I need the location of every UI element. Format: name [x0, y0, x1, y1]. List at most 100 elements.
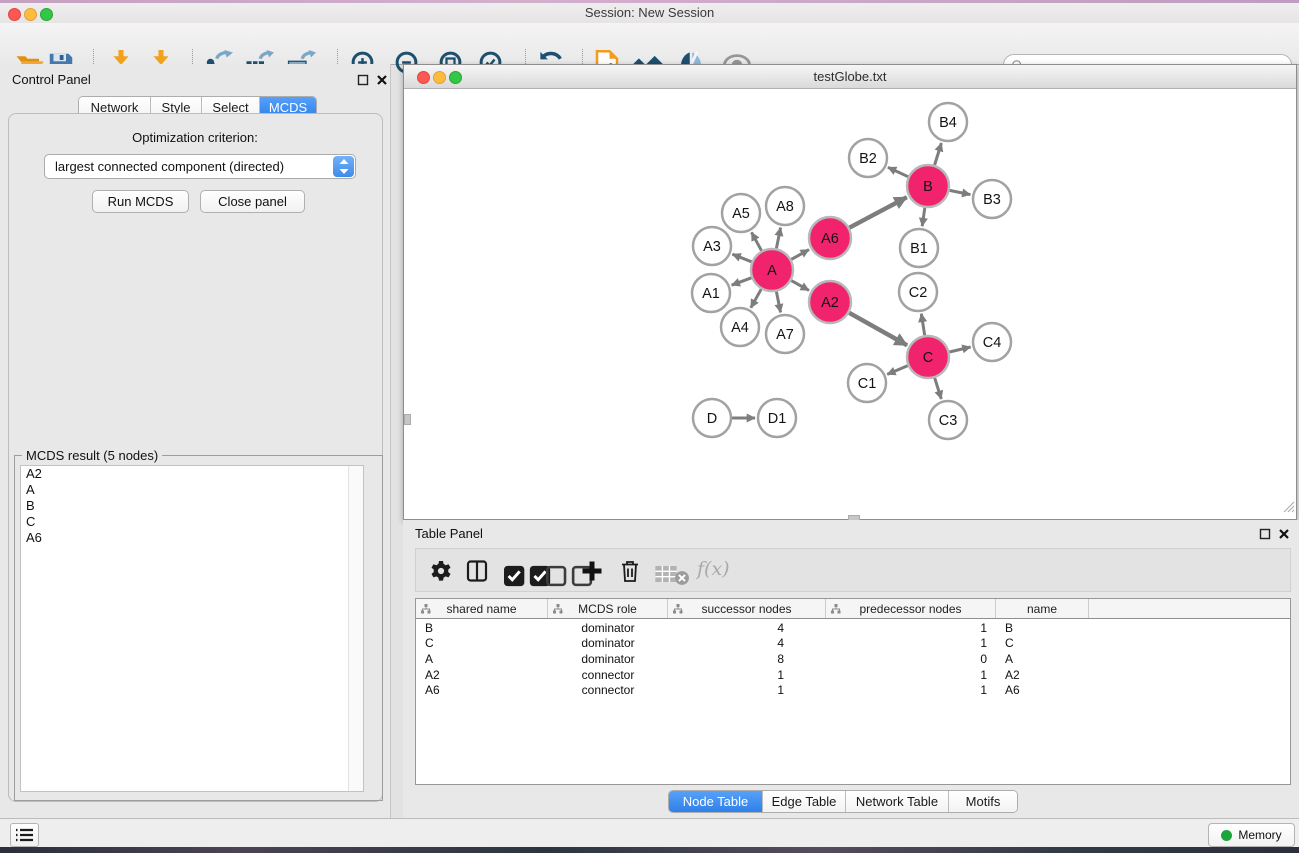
main-toolbar — [0, 23, 1299, 65]
table-cell: A2 — [416, 668, 548, 682]
graph-edge-A-A3[interactable] — [732, 254, 751, 262]
graph-node-D1[interactable]: D1 — [758, 399, 796, 437]
graph-edge-B-B3[interactable] — [950, 190, 971, 194]
graph-edge-C-C1[interactable] — [887, 366, 908, 375]
graph-node-B4[interactable]: B4 — [929, 103, 967, 141]
settings-gear-icon[interactable] — [429, 559, 453, 583]
mcds-result-item[interactable]: C — [21, 514, 363, 530]
svg-text:A5: A5 — [732, 206, 750, 222]
add-row-icon[interactable] — [580, 559, 604, 583]
close-traffic-light[interactable] — [8, 8, 21, 21]
vertical-scroll-thumb[interactable] — [404, 414, 411, 425]
table-row[interactable]: Adominator80A — [416, 651, 1290, 667]
float-panel-icon[interactable] — [1259, 527, 1271, 539]
graph-node-A2[interactable]: A2 — [809, 281, 851, 323]
table-cell: 4 — [668, 636, 826, 650]
session-title: Session: New Session — [0, 3, 1299, 23]
graph-edge-A-A1[interactable] — [732, 278, 752, 285]
mcds-result-item[interactable]: B — [21, 498, 363, 514]
minimize-traffic-light[interactable] — [433, 71, 446, 84]
float-panel-icon[interactable] — [357, 73, 369, 85]
graph-edge-A-A8[interactable] — [776, 228, 780, 249]
table-row[interactable]: Bdominator41B — [416, 620, 1290, 636]
svg-text:D: D — [707, 411, 717, 427]
memory-button[interactable]: Memory — [1208, 823, 1295, 847]
graph-edge-A-A2[interactable] — [791, 281, 809, 291]
status-bar: Memory — [0, 818, 1299, 847]
run-mcds-button[interactable]: Run MCDS — [92, 190, 189, 213]
graph-node-C2[interactable]: C2 — [899, 273, 937, 311]
table-cell: 1 — [668, 683, 826, 697]
graph-edge-C-C3[interactable] — [935, 378, 942, 399]
graph-node-A7[interactable]: A7 — [766, 315, 804, 353]
graph-edge-B-B2[interactable] — [888, 167, 908, 176]
graph-edge-A6-B[interactable] — [849, 197, 906, 228]
graph-edge-A-A4[interactable] — [751, 289, 761, 308]
tab-node-table[interactable]: Node Table — [669, 791, 763, 812]
close-traffic-light[interactable] — [417, 71, 430, 84]
close-panel-icon[interactable] — [1278, 527, 1290, 539]
zoom-traffic-light[interactable] — [449, 71, 462, 84]
graph-edge-B-B1[interactable] — [922, 208, 925, 226]
graph-node-A5[interactable]: A5 — [722, 194, 760, 232]
table-row[interactable]: Cdominator41C — [416, 636, 1290, 652]
graph-node-C[interactable]: C — [907, 336, 949, 378]
zoom-traffic-light[interactable] — [40, 8, 53, 21]
column-header-mcds-role[interactable]: MCDS role — [548, 599, 668, 618]
select-all-icon[interactable] — [504, 564, 552, 588]
graph-node-A8[interactable]: A8 — [766, 187, 804, 225]
list-scrollbar[interactable] — [348, 466, 363, 791]
mcds-result-title: MCDS result (5 nodes) — [22, 448, 162, 463]
delete-row-icon[interactable] — [618, 559, 642, 583]
tab-edge-table[interactable]: Edge Table — [763, 791, 846, 812]
close-panel-icon[interactable] — [376, 73, 388, 85]
memory-label: Memory — [1238, 828, 1281, 842]
network-view-window: testGlobe.txt B4B2BB3A8A5A6A3B1AC2A1A2A4… — [403, 64, 1297, 520]
graph-node-A[interactable]: A — [751, 249, 793, 291]
graph-node-A4[interactable]: A4 — [721, 308, 759, 346]
column-header-predecessor-nodes[interactable]: predecessor nodes — [826, 599, 996, 618]
graph-edge-A-A7[interactable] — [776, 292, 780, 313]
graph-node-B[interactable]: B — [907, 165, 949, 207]
minimize-traffic-light[interactable] — [24, 8, 37, 21]
mcds-result-list[interactable]: A2ABCA6 — [20, 465, 364, 792]
column-header-shared-name[interactable]: shared name — [416, 599, 548, 618]
graph-node-C4[interactable]: C4 — [973, 323, 1011, 361]
clear-table-icon[interactable] — [654, 562, 690, 586]
graph-node-A3[interactable]: A3 — [693, 227, 731, 265]
graph-node-B3[interactable]: B3 — [973, 180, 1011, 218]
graph-edge-A-A6[interactable] — [791, 250, 809, 260]
svg-text:B: B — [923, 179, 933, 195]
network-canvas[interactable]: B4 B2 B B3 A8 A5 A6 A3 B1 A C2 A1 A2 A4A7 C4 C C1 D D1 C3 — [404, 89, 1296, 514]
close-panel-button[interactable]: Close panel — [200, 190, 305, 213]
graph-node-D[interactable]: D — [693, 399, 731, 437]
column-header-name[interactable]: name — [996, 599, 1089, 618]
node-table: shared nameMCDS rolesuccessor nodesprede… — [415, 598, 1291, 785]
optimization-criterion-select[interactable]: largest connected component (directed) — [44, 154, 356, 179]
mcds-result-item[interactable]: A2 — [21, 466, 363, 482]
graph-edge-C-C4[interactable] — [949, 347, 970, 352]
graph-node-A1[interactable]: A1 — [692, 274, 730, 312]
graph-node-A6[interactable]: A6 — [809, 217, 851, 259]
svg-text:A6: A6 — [821, 231, 839, 247]
graph-edge-A-A5[interactable] — [752, 232, 762, 250]
column-header-successor-nodes[interactable]: successor nodes — [668, 599, 826, 618]
graph-edge-C-C2[interactable] — [921, 314, 924, 336]
table-row[interactable]: A6connector11A6 — [416, 682, 1290, 698]
resize-grip[interactable] — [1283, 501, 1295, 513]
tab-network-table[interactable]: Network Table — [846, 791, 949, 812]
graph-edge-A2-C[interactable] — [849, 313, 907, 346]
graph-node-B2[interactable]: B2 — [849, 139, 887, 177]
tab-motifs[interactable]: Motifs — [949, 791, 1017, 812]
table-row[interactable]: A2connector11A2 — [416, 667, 1290, 683]
graph-node-C1[interactable]: C1 — [848, 364, 886, 402]
mcds-result-item[interactable]: A6 — [21, 530, 363, 546]
task-history-button[interactable] — [10, 823, 39, 847]
graph-node-B1[interactable]: B1 — [900, 229, 938, 267]
svg-text:C: C — [923, 350, 933, 366]
graph-node-C3[interactable]: C3 — [929, 401, 967, 439]
mcds-result-item[interactable]: A — [21, 482, 363, 498]
function-builder-icon[interactable]: f(x) — [697, 557, 730, 581]
graph-edge-B-B4[interactable] — [935, 143, 942, 165]
column-browser-icon[interactable] — [465, 559, 489, 583]
